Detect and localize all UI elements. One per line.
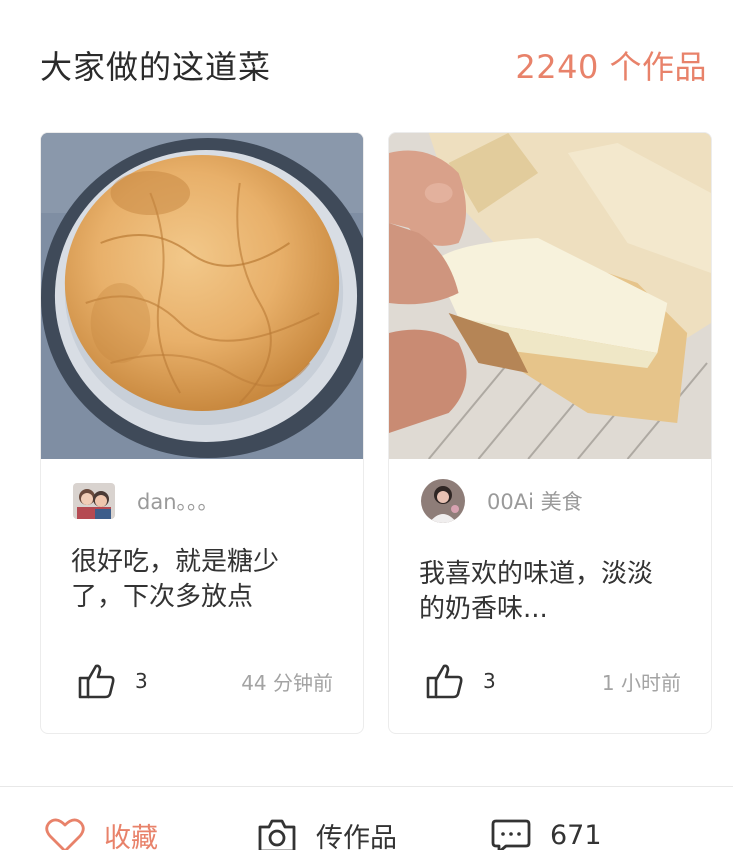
camera-icon [256,815,298,850]
post-time: 1 小时前 [601,670,681,695]
avatar[interactable] [73,483,115,519]
like-count: 3 [135,669,148,693]
comment-line: 很好吃，就是糖少 [71,547,280,577]
comment-text: 我喜欢的味道，淡淡 的奶香味... [419,557,685,627]
heart-icon [44,815,86,850]
section-title: 大家做的这道菜 [40,48,272,86]
author-name[interactable]: 00Ai 美食 [487,486,583,516]
dish-work-card[interactable]: 00Ai 美食 我喜欢的味道，淡淡 的奶香味... 3 1 小时前 [388,132,712,734]
author-name[interactable]: dan。。。 [137,486,219,516]
author-info[interactable]: 00Ai 美食 [421,479,583,523]
bottom-action-bar: 收藏 传作品 671 [0,810,733,850]
comment-count: 671 [550,819,602,850]
speech-bubble-icon [490,815,532,850]
comment-text: 很好吃，就是糖少 了，下次多放点 [71,545,337,615]
card-meta: 3 1 小时前 [425,659,681,703]
like-count: 3 [483,669,496,693]
comment-line: 我喜欢的味道，淡淡 [419,559,654,589]
comment-line: 的奶香味... [419,594,548,624]
dish-photo[interactable] [389,133,711,459]
avatar[interactable] [421,479,465,523]
favorite-button[interactable]: 收藏 [44,810,158,850]
upload-work-button[interactable]: 传作品 [256,810,397,850]
dish-photo[interactable] [41,133,363,459]
card-meta: 3 44 分钟前 [77,659,333,703]
dish-work-card[interactable]: dan。。。 很好吃，就是糖少 了，下次多放点 3 44 分钟前 [40,132,364,734]
works-count-link[interactable]: 2240 个作品 [515,42,707,88]
post-time: 44 分钟前 [241,670,333,695]
upload-label: 传作品 [316,822,397,850]
divider [0,786,733,787]
thumbs-up-icon[interactable] [425,661,465,701]
favorite-label: 收藏 [104,822,158,850]
section-header: 大家做的这道菜 2240 个作品 [40,40,707,90]
comment-button[interactable]: 671 [490,810,602,850]
comment-line: 了，下次多放点 [71,582,254,612]
thumbs-up-icon[interactable] [77,661,117,701]
author-info[interactable]: dan。。。 [73,479,219,523]
